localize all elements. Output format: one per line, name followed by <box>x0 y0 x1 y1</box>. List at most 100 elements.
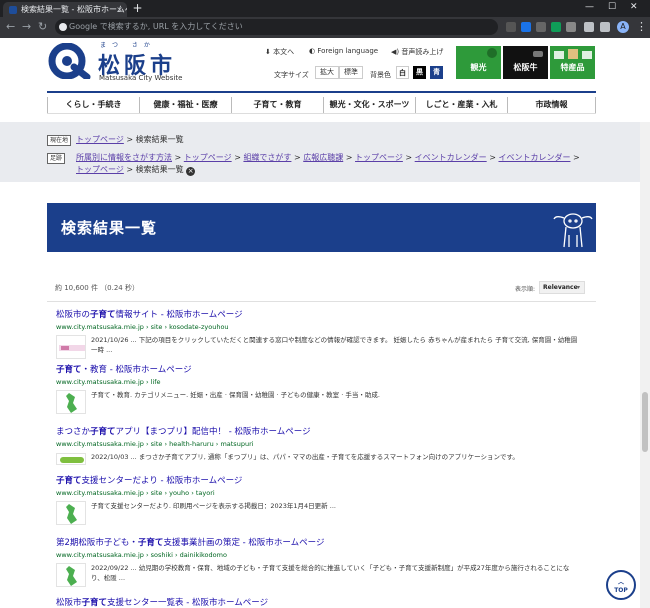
trail-link[interactable]: イベントカレンダー <box>415 153 487 162</box>
result-title-link[interactable]: まつさか子育てアプリ【まつプリ】配信中！ - 松阪市ホームページ <box>56 427 586 438</box>
trail-link[interactable]: トップページ <box>355 153 403 162</box>
city-emblem-icon[interactable] <box>47 43 91 79</box>
site-logo-english: Matsusaka City Website <box>99 74 183 82</box>
minimize-window-icon[interactable]: — <box>585 2 594 12</box>
font-size-normal-button[interactable]: 標準 <box>339 66 363 79</box>
browser-tab[interactable]: 検索結果一覧 - 松阪市ホームページ × <box>3 2 127 17</box>
banner-label: 松阪牛 <box>513 63 538 72</box>
trail-link[interactable]: トップページ <box>184 153 232 162</box>
page-title: 検索結果一覧 <box>61 219 158 237</box>
tab-close-icon[interactable]: × <box>116 2 123 17</box>
banner-matsusaka-beef[interactable]: 松阪牛 <box>503 46 548 79</box>
extension-icon[interactable] <box>551 22 561 32</box>
result-title-link[interactable]: 第2期松阪市子ども・子育て支援事業計画の策定 - 松阪市ホームページ <box>56 538 586 549</box>
reload-icon[interactable]: ↻ <box>38 21 47 33</box>
extension-icon[interactable] <box>521 22 531 32</box>
gnav-childcare[interactable]: 子育て・教育 <box>231 97 323 113</box>
bg-black-button[interactable]: 黒 <box>413 66 426 79</box>
bg-color-label: 背景色 <box>370 71 391 79</box>
result-thumbnail[interactable] <box>56 453 86 465</box>
browser-menu-icon[interactable]: ⋮ <box>636 21 647 33</box>
result-snippet: 子育て支援センターだより. 印刷用ページを表示する掲載日：2023年1月4日更新… <box>91 502 336 510</box>
result-title-link[interactable]: 子育て支援センターだより - 松阪市ホームページ <box>56 476 586 487</box>
result-thumbnail[interactable] <box>56 335 86 359</box>
new-tab-button[interactable]: + <box>131 2 144 15</box>
forward-icon[interactable]: → <box>22 21 31 33</box>
bg-blue-button[interactable]: 青 <box>430 66 443 79</box>
font-size-large-button[interactable]: 拡大 <box>315 66 339 79</box>
address-bar[interactable]: Google で検索するか, URL を入力してください <box>55 19 498 35</box>
gnav-life[interactable]: くらし・手続き <box>47 97 139 113</box>
extension-icon[interactable] <box>566 22 576 32</box>
result-thumbnail[interactable] <box>56 390 86 414</box>
scrollbar-thumb[interactable] <box>642 392 648 452</box>
browser-tab-strip: 検索結果一覧 - 松阪市ホームページ × + — ☐ ✕ <box>0 0 650 17</box>
search-results: 約 10,600 件 （0.24 秒） 表示順: Relevance ▾ 松阪市… <box>47 276 596 608</box>
global-nav: くらし・手続き 健康・福祉・医療 子育て・教育 観光・文化・スポーツ しごと・産… <box>47 91 596 114</box>
google-icon <box>59 23 67 31</box>
result-url: www.city.matsusaka.mie.jp › life <box>56 378 161 386</box>
banner-label: 観光 <box>470 63 487 72</box>
breadcrumb: トップページ > 検索結果一覧 <box>76 135 184 144</box>
search-result: 松阪市の子育て情報サイト - 松阪市ホームページ www.city.matsus… <box>56 310 586 359</box>
bg-white-button[interactable]: 白 <box>396 66 409 79</box>
trail-link[interactable]: イベントカレンダー <box>498 153 570 162</box>
back-to-top-button[interactable]: ︿ TOP <box>606 570 636 600</box>
result-url: www.city.matsusaka.mie.jp › site › youho… <box>56 489 215 497</box>
result-url: www.city.matsusaka.mie.jp › soshiki › da… <box>56 551 227 559</box>
maximize-window-icon[interactable]: ☐ <box>608 2 616 12</box>
foreign-language-link[interactable]: ◐ Foreign language <box>309 47 378 55</box>
result-thumbnail[interactable] <box>56 563 86 587</box>
skip-to-content-link[interactable]: ⬇ 本文へ <box>265 47 294 57</box>
gnav-citygov[interactable]: 市政情報 <box>507 97 596 113</box>
chevron-down-icon: ▾ <box>576 284 580 291</box>
trail-link[interactable]: トップページ <box>76 165 124 174</box>
gnav-work[interactable]: しごと・産業・入札 <box>415 97 507 113</box>
profile-avatar[interactable]: A <box>617 21 629 33</box>
trail-link[interactable]: 広報広聴課 <box>303 153 343 162</box>
tab-title: 検索結果一覧 - 松阪市ホームページ <box>21 5 127 14</box>
result-count: 約 10,600 件 （0.24 秒） <box>55 284 139 292</box>
gnav-tourism[interactable]: 観光・文化・スポーツ <box>323 97 415 113</box>
font-size-label: 文字サイズ <box>274 71 309 79</box>
banner-label: 特産品 <box>560 63 585 72</box>
search-result: 子育て支援センターだより - 松阪市ホームページ www.city.matsus… <box>56 476 586 525</box>
sort-select[interactable]: Relevance ▾ <box>539 281 585 294</box>
result-title-link[interactable]: 子育て・教育 - 松阪市ホームページ <box>56 365 586 376</box>
browser-toolbar: ← → ↻ Google で検索するか, URL を入力してください A ⋮ <box>0 17 650 38</box>
result-title-link[interactable]: 松阪市子育て支援センター一覧表 - 松阪市ホームページ <box>56 598 586 608</box>
back-icon[interactable]: ← <box>6 21 15 33</box>
products-icon <box>554 49 592 59</box>
breadcrumb-link[interactable]: トップページ <box>76 135 124 144</box>
back-to-top-label: TOP <box>614 587 628 594</box>
close-window-icon[interactable]: ✕ <box>630 2 638 12</box>
result-snippet: 2021/10/26 ... 下記の項目をクリックしていただくと関連する窓口や制… <box>91 336 578 354</box>
side-panel-icon[interactable] <box>600 22 610 32</box>
search-result: 松阪市子育て支援センター一覧表 - 松阪市ホームページ <box>56 598 586 608</box>
search-result: まつさか子育てアプリ【まつプリ】配信中！ - 松阪市ホームページ www.cit… <box>56 427 586 466</box>
breadcrumb-area: 現在地 トップページ > 検索結果一覧 足跡 所属別に情報をさがす方法 > トッ… <box>0 122 650 182</box>
trail-link[interactable]: 組織でさがす <box>243 153 291 162</box>
download-icon: ⬇ <box>265 48 274 56</box>
trail-link[interactable]: 所属別に情報をさがす方法 <box>76 153 172 162</box>
address-bar-placeholder: Google で検索するか, URL を入力してください <box>69 22 243 31</box>
banner-specialty[interactable]: 特産品 <box>550 46 595 79</box>
clear-history-icon[interactable]: × <box>186 167 196 176</box>
extension-icon[interactable] <box>506 22 516 32</box>
current-location-tag: 現在地 <box>47 135 72 146</box>
gnav-health[interactable]: 健康・福祉・医療 <box>139 97 231 113</box>
banner-tourism[interactable]: 観光 <box>456 46 501 79</box>
page-scrollbar[interactable] <box>640 122 650 608</box>
search-result: 第2期松阪市子ども・子育て支援事業計画の策定 - 松阪市ホームページ www.c… <box>56 538 586 587</box>
extension-icon[interactable] <box>536 22 546 32</box>
site-header: まつ さか 松阪市 Matsusaka City Website ⬇ 本文へ ◐… <box>0 38 650 93</box>
read-aloud-link[interactable]: ◀) 音声読み上げ <box>391 47 443 57</box>
page-title-bar: 検索結果一覧 <box>47 203 596 252</box>
result-title-link[interactable]: 松阪市の子育て情報サイト - 松阪市ホームページ <box>56 310 586 321</box>
trail-current: 検索結果一覧 <box>135 165 184 174</box>
extensions-puzzle-icon[interactable] <box>584 22 594 32</box>
speaker-icon: ◀) <box>391 48 402 56</box>
result-thumbnail[interactable] <box>56 501 86 525</box>
chevron-up-icon: ︿ <box>617 579 624 586</box>
sort-label: 表示順: <box>515 286 536 293</box>
